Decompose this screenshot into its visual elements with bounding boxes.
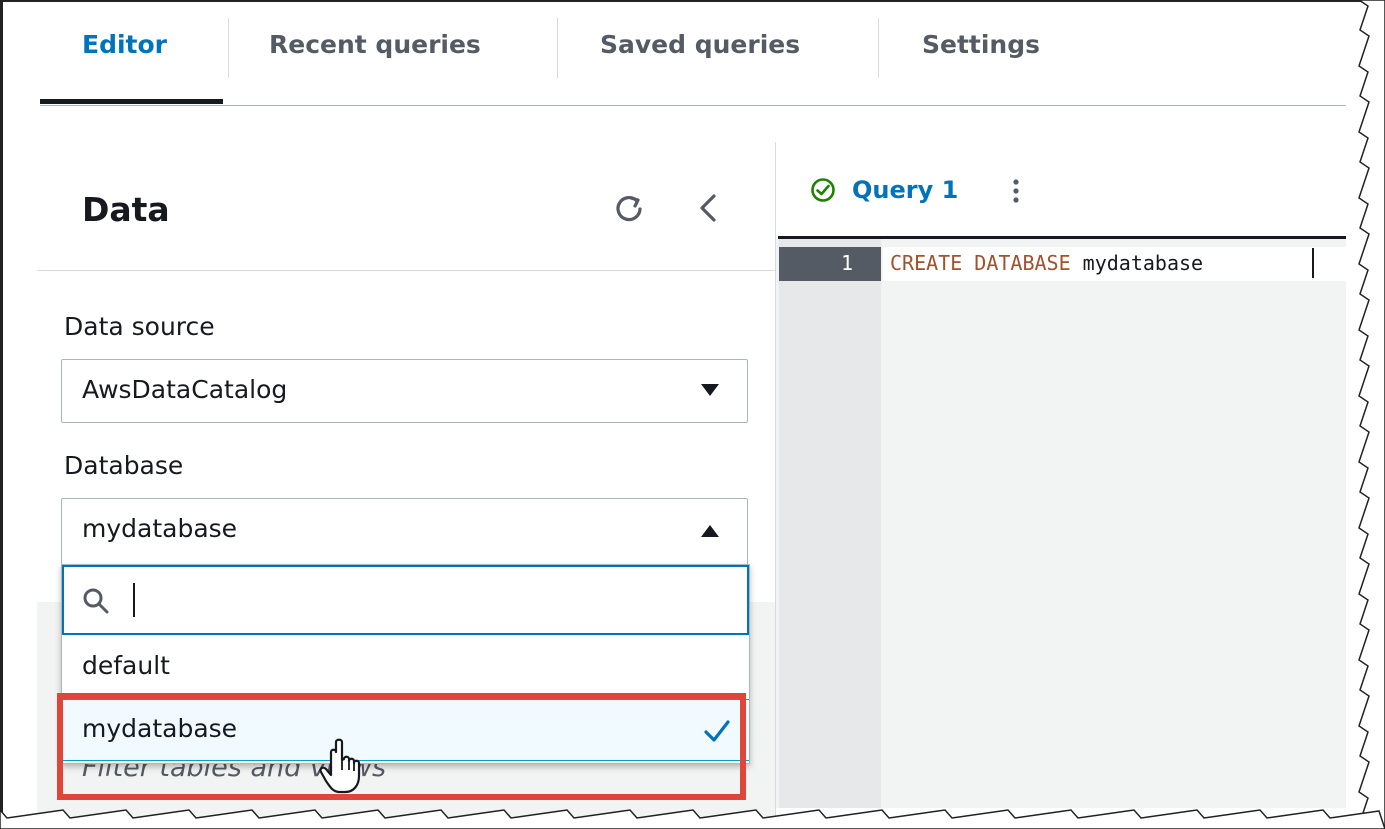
dropdown-option-default[interactable]: default <box>62 637 749 699</box>
caret-down-icon <box>701 384 719 396</box>
refresh-icon[interactable] <box>613 192 645 224</box>
data-panel-title: Data <box>82 190 170 229</box>
database-label: Database <box>64 451 184 480</box>
tab-recent-queries[interactable]: Recent queries <box>269 30 481 70</box>
option-label: default <box>82 651 170 680</box>
database-filter-input[interactable] <box>62 565 749 635</box>
database-value: mydatabase <box>82 514 238 543</box>
editor-text-cursor <box>1312 248 1314 278</box>
line-number: 1 <box>840 251 853 275</box>
line-number-gutter <box>779 239 881 808</box>
panel-header-divider <box>37 270 775 271</box>
tab-saved-queries[interactable]: Saved queries <box>600 30 800 70</box>
tab-separator <box>557 18 558 78</box>
database-select[interactable]: mydatabase <box>61 498 748 566</box>
active-tab-indicator <box>40 99 223 104</box>
caret-up-icon <box>701 525 719 537</box>
annotation-highlight-box <box>57 693 746 800</box>
text-cursor <box>133 583 135 617</box>
query-tab-query-1[interactable]: Query 1 <box>852 176 958 204</box>
data-source-value: AwsDataCatalog <box>82 375 288 404</box>
sql-keyword: CREATE DATABASE <box>890 251 1071 275</box>
success-status-icon <box>811 178 835 202</box>
hand-cursor-icon <box>319 738 361 794</box>
kebab-menu-icon[interactable] <box>1010 175 1022 207</box>
screenshot-frame-left <box>0 0 3 829</box>
data-source-label: Data source <box>64 312 215 341</box>
sql-identifier: mydatabase <box>1082 251 1204 275</box>
torn-edge-right <box>1357 0 1385 829</box>
search-icon <box>83 588 109 614</box>
collapse-icon[interactable] <box>693 192 725 224</box>
tab-editor[interactable]: Editor <box>82 30 167 70</box>
tab-bar: Editor Recent queries Saved queries Sett… <box>40 0 1346 106</box>
tab-separator <box>228 18 229 78</box>
tab-settings[interactable]: Settings <box>922 30 1040 70</box>
code-line-1: CREATE DATABASE mydatabase <box>890 251 1203 275</box>
data-source-select[interactable]: AwsDataCatalog <box>61 359 748 423</box>
tab-separator <box>878 18 879 78</box>
torn-edge-bottom <box>0 808 1385 829</box>
